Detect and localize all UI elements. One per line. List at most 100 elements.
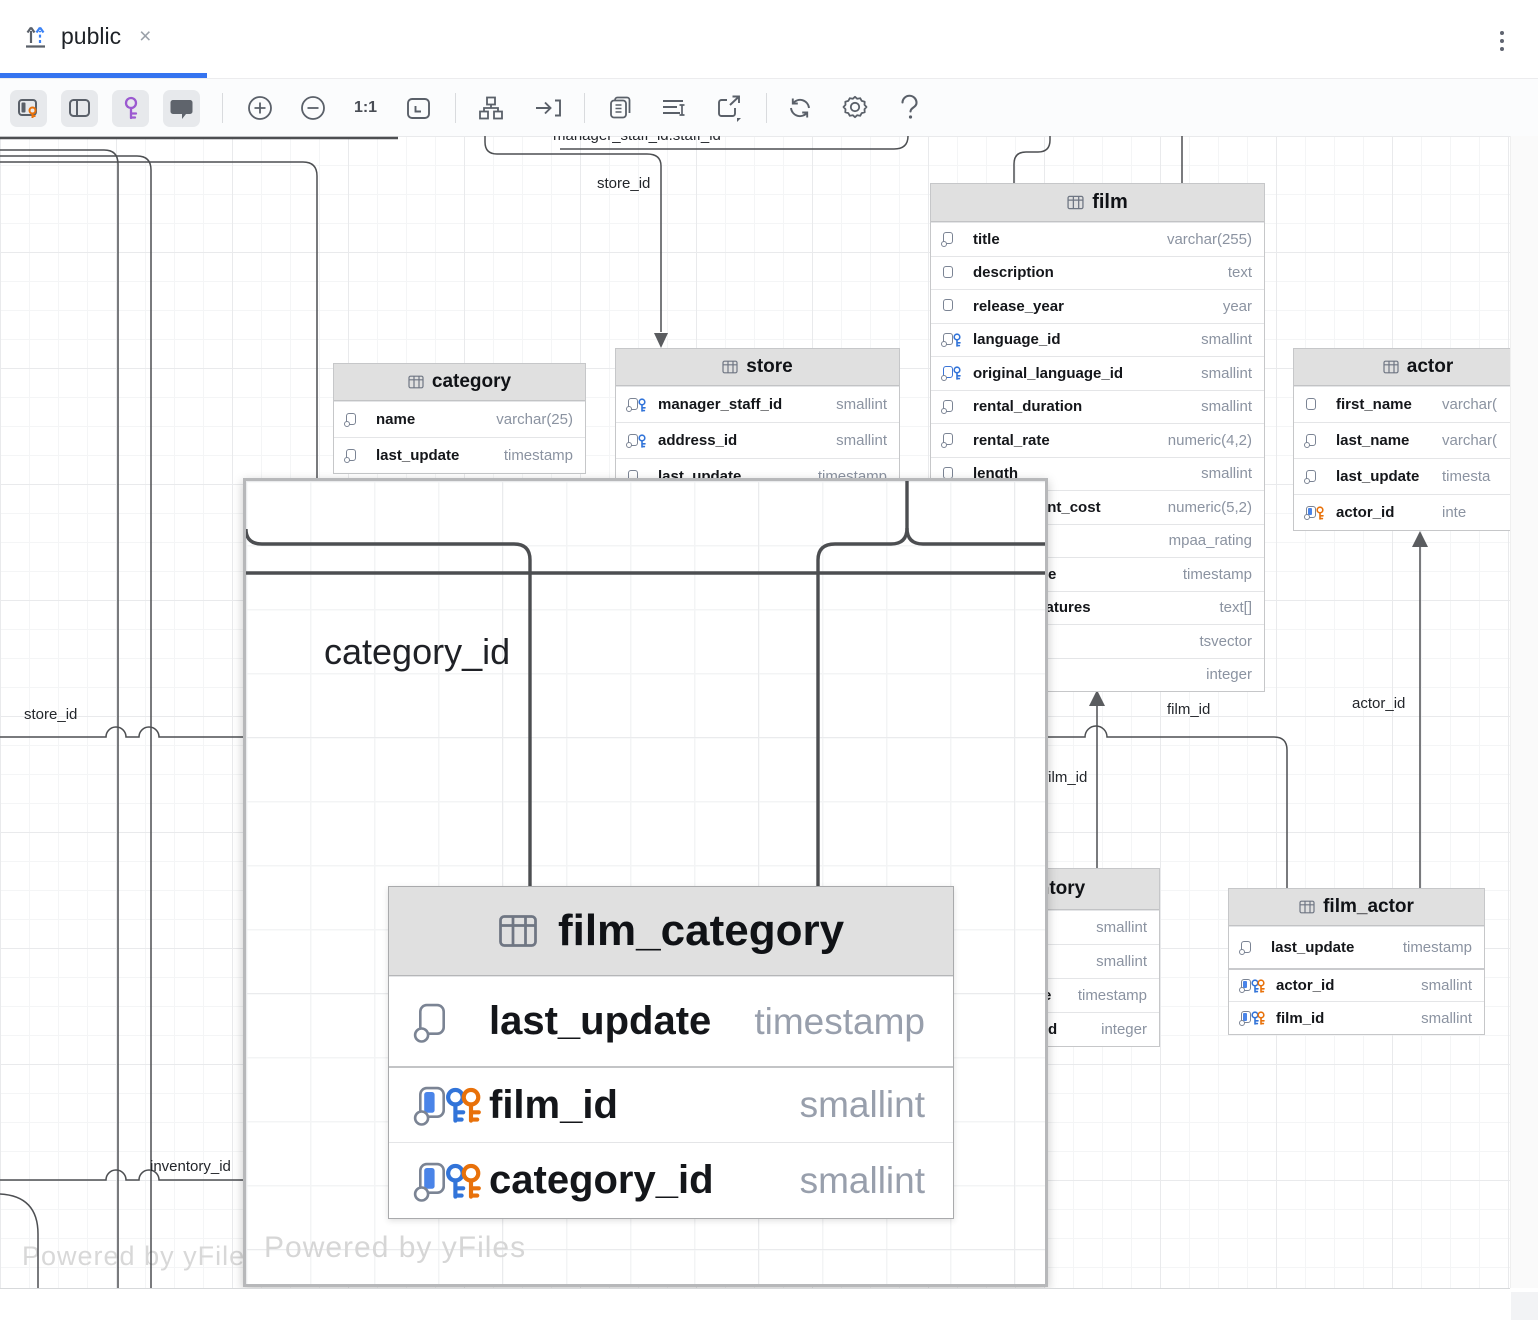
tab-close-icon[interactable]: ×	[139, 25, 151, 49]
edge-label-inventory-id: inventory_id	[150, 1158, 231, 1175]
select-text-button[interactable]	[656, 90, 693, 127]
column-row[interactable]: last_update timestamp	[1229, 926, 1484, 968]
column-row[interactable]: manager_staff_id smallint	[616, 386, 899, 422]
settings-button[interactable]	[836, 90, 873, 127]
table-icon	[1383, 360, 1399, 374]
help-button[interactable]	[891, 90, 928, 127]
toolbar-separator	[455, 93, 456, 123]
column-name: rental_rate	[973, 432, 1050, 449]
edge-label-actor-id: actor_id	[1352, 695, 1405, 712]
column-type: smallint	[800, 1160, 925, 1202]
jump-to-source-icon	[533, 96, 563, 120]
table-film-category-header[interactable]: film_category	[389, 887, 953, 976]
export-diagram-button[interactable]	[711, 90, 748, 127]
column-nullable-icon	[346, 412, 368, 428]
layout-icon	[477, 95, 505, 121]
column-type: timestamp	[1183, 566, 1252, 583]
column-row[interactable]: release_year year	[931, 289, 1264, 323]
column-row[interactable]: first_name varchar(	[1294, 386, 1510, 422]
table-details-toggle-button[interactable]	[10, 90, 47, 127]
column-nullable-icon	[943, 432, 965, 448]
column-icon	[943, 298, 965, 314]
column-row[interactable]: film_id smallint	[389, 1066, 953, 1142]
table-icon	[408, 375, 424, 389]
column-row[interactable]: last_name varchar(	[1294, 422, 1510, 458]
column-type: smallint	[1096, 953, 1147, 970]
column-type: timesta	[1442, 468, 1490, 485]
column-nullable-icon	[417, 1000, 483, 1044]
column-type: text	[1228, 264, 1252, 281]
table-store[interactable]: store manager_staff_id smallint address_…	[615, 348, 900, 495]
column-name: description	[973, 264, 1054, 281]
column-nullable-icon	[1306, 433, 1328, 449]
column-foreign-key-icon	[628, 433, 650, 449]
fit-content-button[interactable]	[400, 90, 437, 127]
more-options-icon[interactable]	[1492, 26, 1512, 56]
refresh-diagram-button[interactable]	[781, 90, 818, 127]
show-comments-toggle-button[interactable]	[163, 90, 200, 127]
column-row[interactable]: rental_rate numeric(4,2)	[931, 423, 1264, 457]
table-film-actor[interactable]: film_actor last_update timestamp actor_i…	[1228, 888, 1485, 1035]
column-name: film_id	[1276, 1010, 1324, 1027]
diagram-canvas[interactable]: manager_staff_id.staff_id store_id store…	[0, 136, 1510, 1289]
table-actor[interactable]: actor first_name varchar( last_name varc…	[1293, 348, 1510, 531]
column-row[interactable]: actor_id smallint	[1229, 968, 1484, 1001]
edge-label-manager-staff: manager_staff_id.staff_id	[553, 136, 721, 144]
show-keys-toggle-button[interactable]	[112, 90, 149, 127]
column-row[interactable]: actor_id inte	[1294, 494, 1510, 530]
split-view-toggle-button[interactable]	[61, 90, 98, 127]
table-actor-header[interactable]: actor	[1294, 349, 1510, 386]
refresh-icon	[785, 95, 815, 121]
column-name: category_id	[489, 1158, 714, 1203]
column-nullable-icon	[1241, 940, 1263, 956]
table-details-icon	[16, 96, 42, 120]
select-text-icon	[660, 95, 690, 121]
copy-diagram-button[interactable]	[601, 90, 638, 127]
column-row[interactable]: name varchar(25)	[334, 401, 585, 437]
table-icon	[722, 360, 738, 374]
table-store-header[interactable]: store	[616, 349, 899, 386]
column-type: smallint	[800, 1084, 925, 1126]
zoom-out-button[interactable]	[294, 90, 331, 127]
table-category[interactable]: category name varchar(25) last_update ti…	[333, 363, 586, 474]
column-type: smallint	[836, 432, 887, 449]
column-row[interactable]: description text	[931, 256, 1264, 290]
table-title: store	[746, 356, 792, 378]
tab-public[interactable]: public ×	[0, 0, 169, 73]
column-primary-foreign-key-icon	[417, 1083, 483, 1127]
column-row[interactable]: address_id smallint	[616, 422, 899, 458]
table-title: film_actor	[1323, 896, 1414, 918]
table-film-actor-header[interactable]: film_actor	[1229, 889, 1484, 926]
magnifier-overlay[interactable]: category_id Powered by yFiles film_categ…	[243, 478, 1048, 1287]
column-foreign-key-icon	[943, 332, 965, 348]
column-row[interactable]: category_id smallint	[389, 1142, 953, 1218]
vertical-scrollbar[interactable]	[1510, 136, 1538, 1288]
column-type: inte	[1442, 504, 1466, 521]
column-type: smallint	[1201, 398, 1252, 415]
column-row[interactable]: last_update timestamp	[334, 437, 585, 473]
column-name: address_id	[658, 432, 737, 449]
column-row[interactable]: last_update timesta	[1294, 458, 1510, 494]
jump-to-source-button[interactable]	[529, 90, 566, 127]
zoom-in-button[interactable]	[241, 90, 278, 127]
column-row[interactable]: rental_duration smallint	[931, 390, 1264, 424]
column-row[interactable]: last_update timestamp	[389, 976, 953, 1066]
table-icon	[1299, 900, 1315, 914]
column-name: title	[973, 231, 1000, 248]
column-row[interactable]: film_id smallint	[1229, 1001, 1484, 1034]
horizontal-scrollbar[interactable]	[0, 1289, 1510, 1320]
table-film-header[interactable]: film	[931, 184, 1264, 222]
actual-size-button[interactable]: 1:1	[347, 90, 384, 127]
gear-icon	[841, 94, 869, 122]
column-row[interactable]: original_language_id smallint	[931, 356, 1264, 390]
auto-layout-button[interactable]	[472, 90, 509, 127]
column-name: last_update	[376, 447, 459, 464]
column-row[interactable]: language_id smallint	[931, 323, 1264, 357]
column-row[interactable]: title varchar(255)	[931, 222, 1264, 256]
column-name: film_id	[489, 1083, 618, 1128]
column-type: varchar(25)	[496, 411, 573, 428]
column-type: timestamp	[754, 1001, 925, 1043]
diagram-tab-icon	[22, 23, 49, 50]
table-film-category[interactable]: film_category last_update timestamp film…	[388, 886, 954, 1219]
table-category-header[interactable]: category	[334, 364, 585, 401]
